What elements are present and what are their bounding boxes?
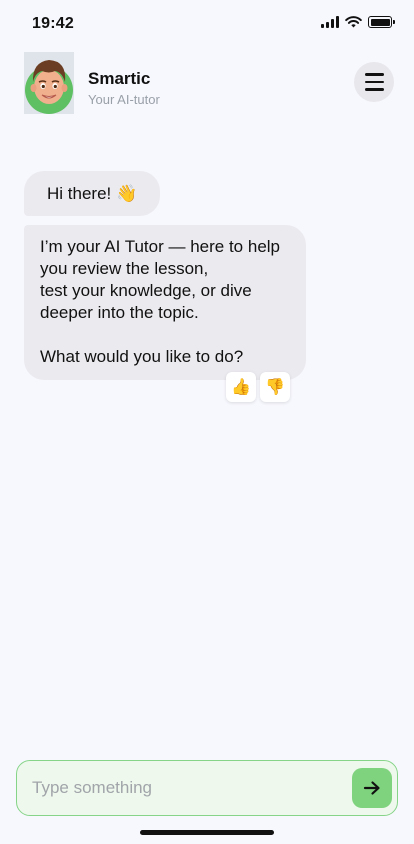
home-indicator <box>140 830 274 835</box>
status-time: 19:42 <box>32 15 74 32</box>
avatar <box>24 52 74 114</box>
cellular-signal-icon <box>321 16 339 28</box>
message-bubble-greeting: Hi there! 👋 <box>24 171 161 216</box>
thumbs-down-button[interactable]: 👎 <box>260 372 290 402</box>
hamburger-line <box>364 80 384 84</box>
message-bubble-intro: I’m your AI Tutor — here to help you rev… <box>24 225 306 380</box>
hamburger-line <box>364 88 384 91</box>
message-reactions: 👍 👎 <box>226 372 290 402</box>
wifi-icon <box>345 16 362 28</box>
bot-subtitle: Your AI-tutor <box>88 92 160 107</box>
status-bar: 19:42 <box>0 0 414 48</box>
message-input[interactable] <box>32 761 352 814</box>
send-button[interactable] <box>352 768 392 808</box>
thumbs-up-icon: 👍 <box>231 379 251 396</box>
arrow-right-icon <box>363 781 380 795</box>
chat-header: Smartic Your AI-tutor <box>0 50 414 116</box>
menu-button[interactable] <box>354 62 394 102</box>
bot-name: Smartic <box>88 69 151 88</box>
thumbs-up-button[interactable]: 👍 <box>226 372 256 402</box>
thumbs-down-icon: 👎 <box>265 379 285 396</box>
hamburger-line <box>364 73 384 76</box>
message-composer <box>16 760 398 816</box>
battery-icon <box>368 16 395 28</box>
status-icons <box>321 16 395 28</box>
